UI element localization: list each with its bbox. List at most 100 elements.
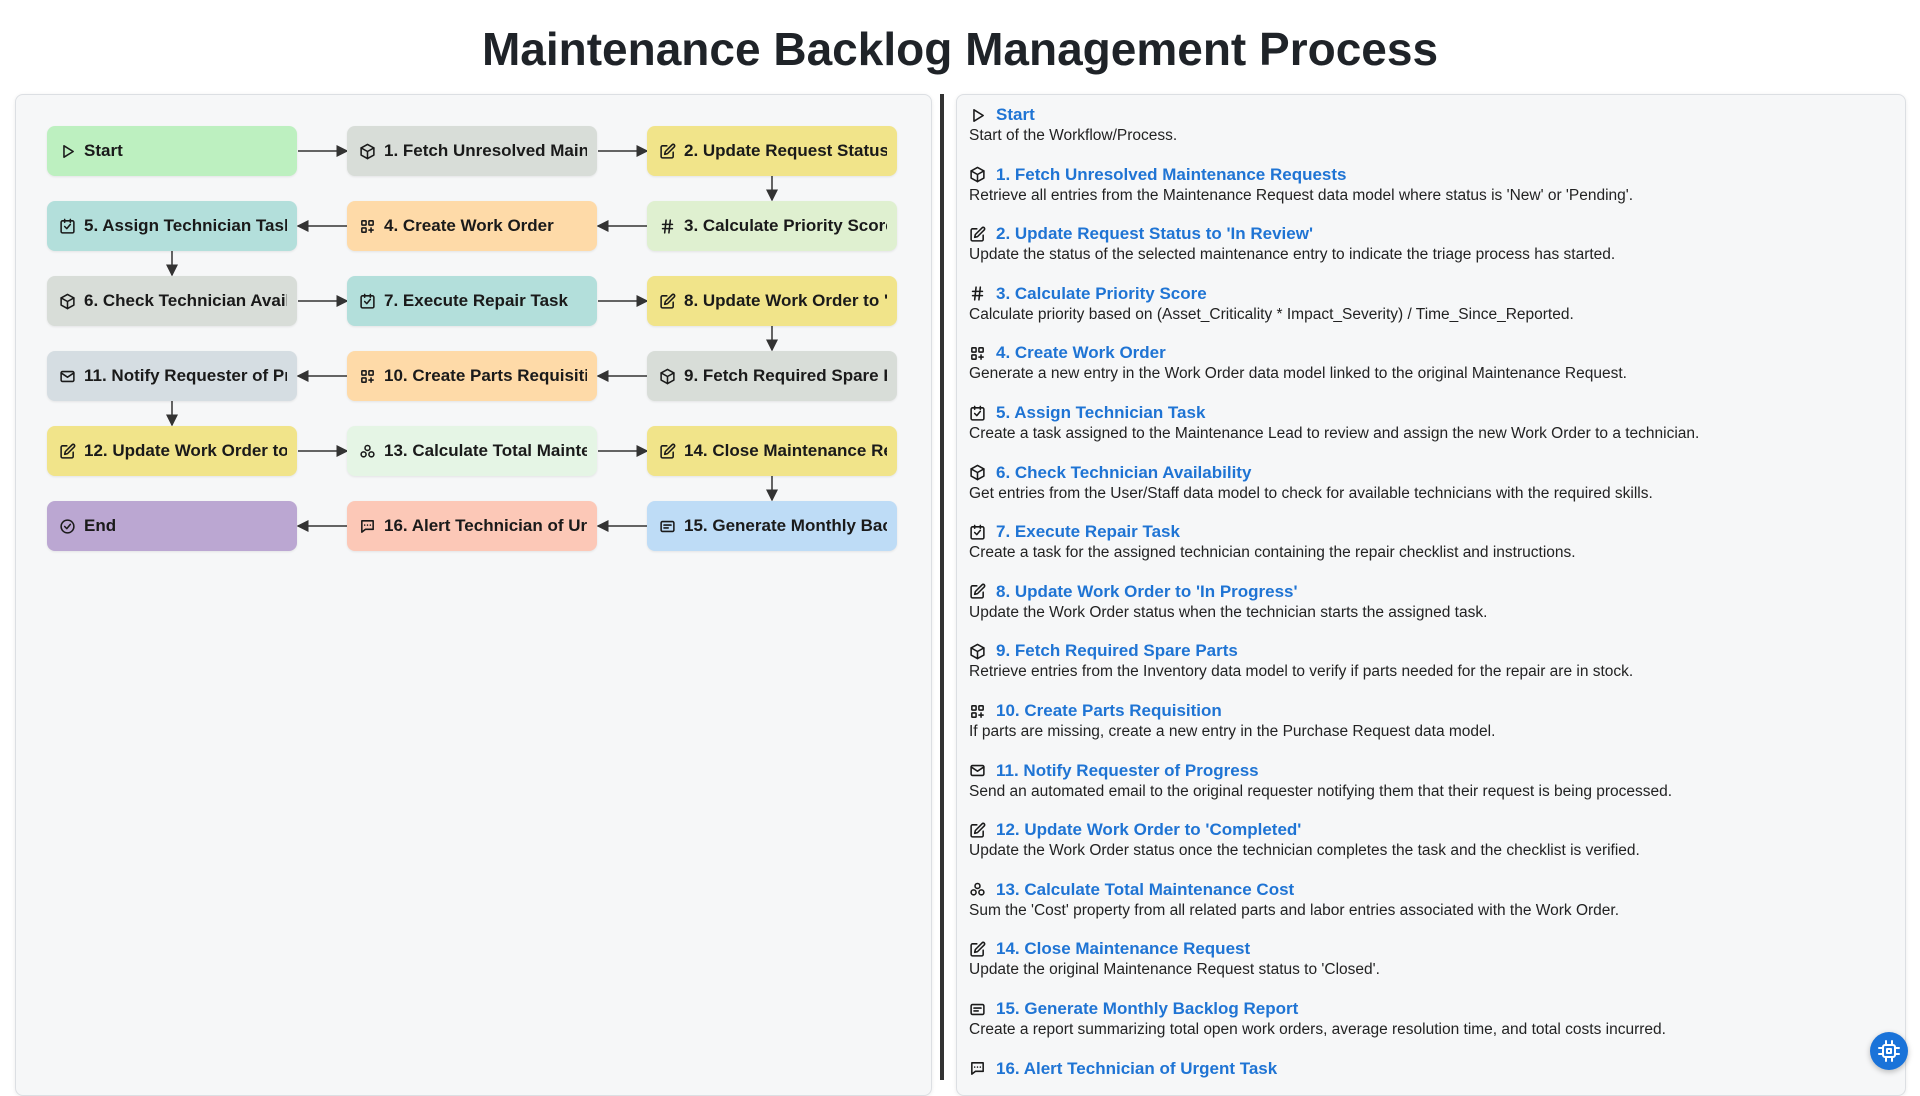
hash-icon xyxy=(971,286,984,301)
assistant-button[interactable] xyxy=(1870,1032,1908,1070)
flow-node[interactable]: 5. Assign Technician Task xyxy=(47,201,297,251)
edit-icon xyxy=(970,822,986,838)
flow-node[interactable]: 10. Create Parts Requisition xyxy=(347,351,597,401)
flow-node-label: 2. Update Request Status to 'In Review' xyxy=(684,141,887,160)
step-header: 15. Generate Monthly Backlog Report xyxy=(969,998,1889,1020)
step-name-link[interactable]: 13. Calculate Total Maintenance Cost xyxy=(996,880,1294,900)
step-header: 3. Calculate Priority Score xyxy=(969,283,1889,305)
flow-node[interactable]: 3. Calculate Priority Score xyxy=(647,201,897,251)
flow-node[interactable]: 11. Notify Requester of Progress xyxy=(47,351,297,401)
step-name-link[interactable]: 16. Alert Technician of Urgent Task xyxy=(996,1059,1277,1079)
cube-icon xyxy=(970,464,985,481)
grid-plus-icon xyxy=(971,346,984,360)
step-header: 2. Update Request Status to 'In Review' xyxy=(969,223,1889,245)
flow-node[interactable]: End xyxy=(47,501,297,551)
flow-node[interactable]: 16. Alert Technician of Urgent Task xyxy=(347,501,597,551)
sum-icon xyxy=(360,444,375,458)
grid-plus-icon xyxy=(361,219,374,233)
step-header: 13. Calculate Total Maintenance Cost xyxy=(969,879,1889,901)
step-name-link[interactable]: 2. Update Request Status to 'In Review' xyxy=(996,224,1313,244)
step-name-link[interactable]: 9. Fetch Required Spare Parts xyxy=(996,641,1238,661)
flow-node[interactable]: 15. Generate Monthly Backlog Report xyxy=(647,501,897,551)
flow-node[interactable]: 8. Update Work Order to 'In Progress' xyxy=(647,276,897,326)
flow-node[interactable]: 2. Update Request Status to 'In Review' xyxy=(647,126,897,176)
step-name-link[interactable]: 6. Check Technician Availability xyxy=(996,463,1251,483)
flow-node-label: 8. Update Work Order to 'In Progress' xyxy=(684,291,887,310)
step-description: Send an automated email to the original … xyxy=(969,782,1673,800)
step-item: 1. Fetch Unresolved Maintenance Requests… xyxy=(969,164,1889,206)
step-description: Start of the Workflow/Process. xyxy=(969,127,1178,144)
step-item: 11. Notify Requester of Progress Send an … xyxy=(969,760,1889,802)
step-name-link[interactable]: 1. Fetch Unresolved Maintenance Requests xyxy=(996,165,1347,185)
step-item: Start Start of the Workflow/Process. xyxy=(969,104,1889,146)
step-item: 6. Check Technician Availability Get entr… xyxy=(969,462,1889,504)
chip-icon xyxy=(1878,1040,1900,1062)
flow-node[interactable]: Start xyxy=(47,126,297,176)
step-item: 2. Update Request Status to 'In Review' U… xyxy=(969,223,1889,265)
step-name-link[interactable]: 12. Update Work Order to 'Completed' xyxy=(996,820,1301,840)
flow-node[interactable]: 6. Check Technician Availability xyxy=(47,276,297,326)
checkbox-icon xyxy=(360,293,375,309)
flow-node-label: 10. Create Parts Requisition xyxy=(384,366,587,385)
sum-icon xyxy=(970,882,985,896)
flow-node-label: 12. Update Work Order to 'Completed' xyxy=(84,441,287,460)
step-header: 11. Notify Requester of Progress xyxy=(969,760,1889,782)
step-header: 8. Update Work Order to 'In Progress' xyxy=(969,581,1889,603)
flow-node-label: 11. Notify Requester of Progress xyxy=(84,366,287,385)
flow-node-label: End xyxy=(84,516,117,535)
step-header: 9. Fetch Required Spare Parts xyxy=(969,640,1889,662)
mail-icon xyxy=(970,764,985,777)
edit-icon xyxy=(970,583,986,599)
step-name-link[interactable]: 14. Close Maintenance Request xyxy=(996,939,1250,959)
step-description: Update the Work Order status once the te… xyxy=(969,842,1640,860)
step-description: If parts are missing, create a new entry… xyxy=(969,723,1496,740)
step-description: Update the Work Order status when the te… xyxy=(969,603,1488,621)
flow-node[interactable]: 12. Update Work Order to 'Completed' xyxy=(47,426,297,476)
step-name-link[interactable]: 5. Assign Technician Task xyxy=(996,403,1205,423)
step-name-link[interactable]: 8. Update Work Order to 'In Progress' xyxy=(996,582,1298,602)
step-description: Retrieve entries from the Inventory data… xyxy=(969,663,1634,681)
step-description: Retrieve all entries from the Maintenanc… xyxy=(969,186,1634,204)
step-item: 7. Execute Repair Task Create a task for … xyxy=(969,521,1889,563)
step-details-panel: Start Start of the Workflow/Process. 1. Fe… xyxy=(956,94,1906,1096)
step-item: 5. Assign Technician Task Create a task a… xyxy=(969,402,1889,444)
flow-node[interactable]: 13. Calculate Total Maintenance Cost xyxy=(347,426,597,476)
step-header: 5. Assign Technician Task xyxy=(969,402,1889,424)
step-item: 14. Close Maintenance Request Update the … xyxy=(969,938,1889,980)
checkbox-icon xyxy=(60,218,75,234)
step-description: Update the original Maintenance Request … xyxy=(969,961,1380,979)
flow-node-label: Start xyxy=(84,141,123,160)
page-title: Maintenance Backlog Management Process xyxy=(481,23,1439,75)
step-name-link[interactable]: 15. Generate Monthly Backlog Report xyxy=(996,999,1298,1019)
step-header: 4. Create Work Order xyxy=(969,342,1889,364)
step-name-link[interactable]: 11. Notify Requester of Progress xyxy=(996,761,1259,781)
cube-icon xyxy=(970,643,985,660)
step-item: 12. Update Work Order to 'Completed' Upda… xyxy=(969,819,1889,861)
step-header: Start xyxy=(969,104,1889,126)
flow-node-label: 14. Close Maintenance Request xyxy=(684,441,887,460)
flow-node[interactable]: 4. Create Work Order xyxy=(347,201,597,251)
edit-icon xyxy=(970,226,986,242)
step-description: Create a task assigned to the Maintenanc… xyxy=(969,425,1700,442)
step-name-link[interactable]: 4. Create Work Order xyxy=(996,343,1166,363)
step-header: 12. Update Work Order to 'Completed' xyxy=(969,819,1889,841)
flow-node[interactable]: 14. Close Maintenance Request xyxy=(647,426,897,476)
step-description: Update the status of the selected mainte… xyxy=(969,246,1616,264)
step-name-link[interactable]: 10. Create Parts Requisition xyxy=(996,701,1222,721)
step-item: 9. Fetch Required Spare Parts Retrieve en… xyxy=(969,640,1889,682)
flow-node-label: 1. Fetch Unresolved Maintenance Requests xyxy=(384,141,587,160)
grid-plus-icon xyxy=(971,704,984,718)
flow-node[interactable]: 9. Fetch Required Spare Parts xyxy=(647,351,897,401)
cube-icon xyxy=(360,143,375,159)
flow-node-label: 15. Generate Monthly Backlog Report xyxy=(684,516,887,535)
flow-node-label: 4. Create Work Order xyxy=(384,216,554,235)
flow-node-label: 5. Assign Technician Task xyxy=(84,216,287,235)
step-item: 4. Create Work Order Generate a new entry… xyxy=(969,342,1889,384)
step-name-link[interactable]: 7. Execute Repair Task xyxy=(996,522,1180,542)
flow-node[interactable]: 7. Execute Repair Task xyxy=(347,276,597,326)
step-name-link[interactable]: Start xyxy=(996,105,1035,125)
flow-node[interactable]: 1. Fetch Unresolved Maintenance Requests xyxy=(347,126,597,176)
step-name-link[interactable]: 3. Calculate Priority Score xyxy=(996,284,1207,304)
panel-divider[interactable] xyxy=(940,94,944,1080)
check-circle-icon xyxy=(60,518,75,534)
